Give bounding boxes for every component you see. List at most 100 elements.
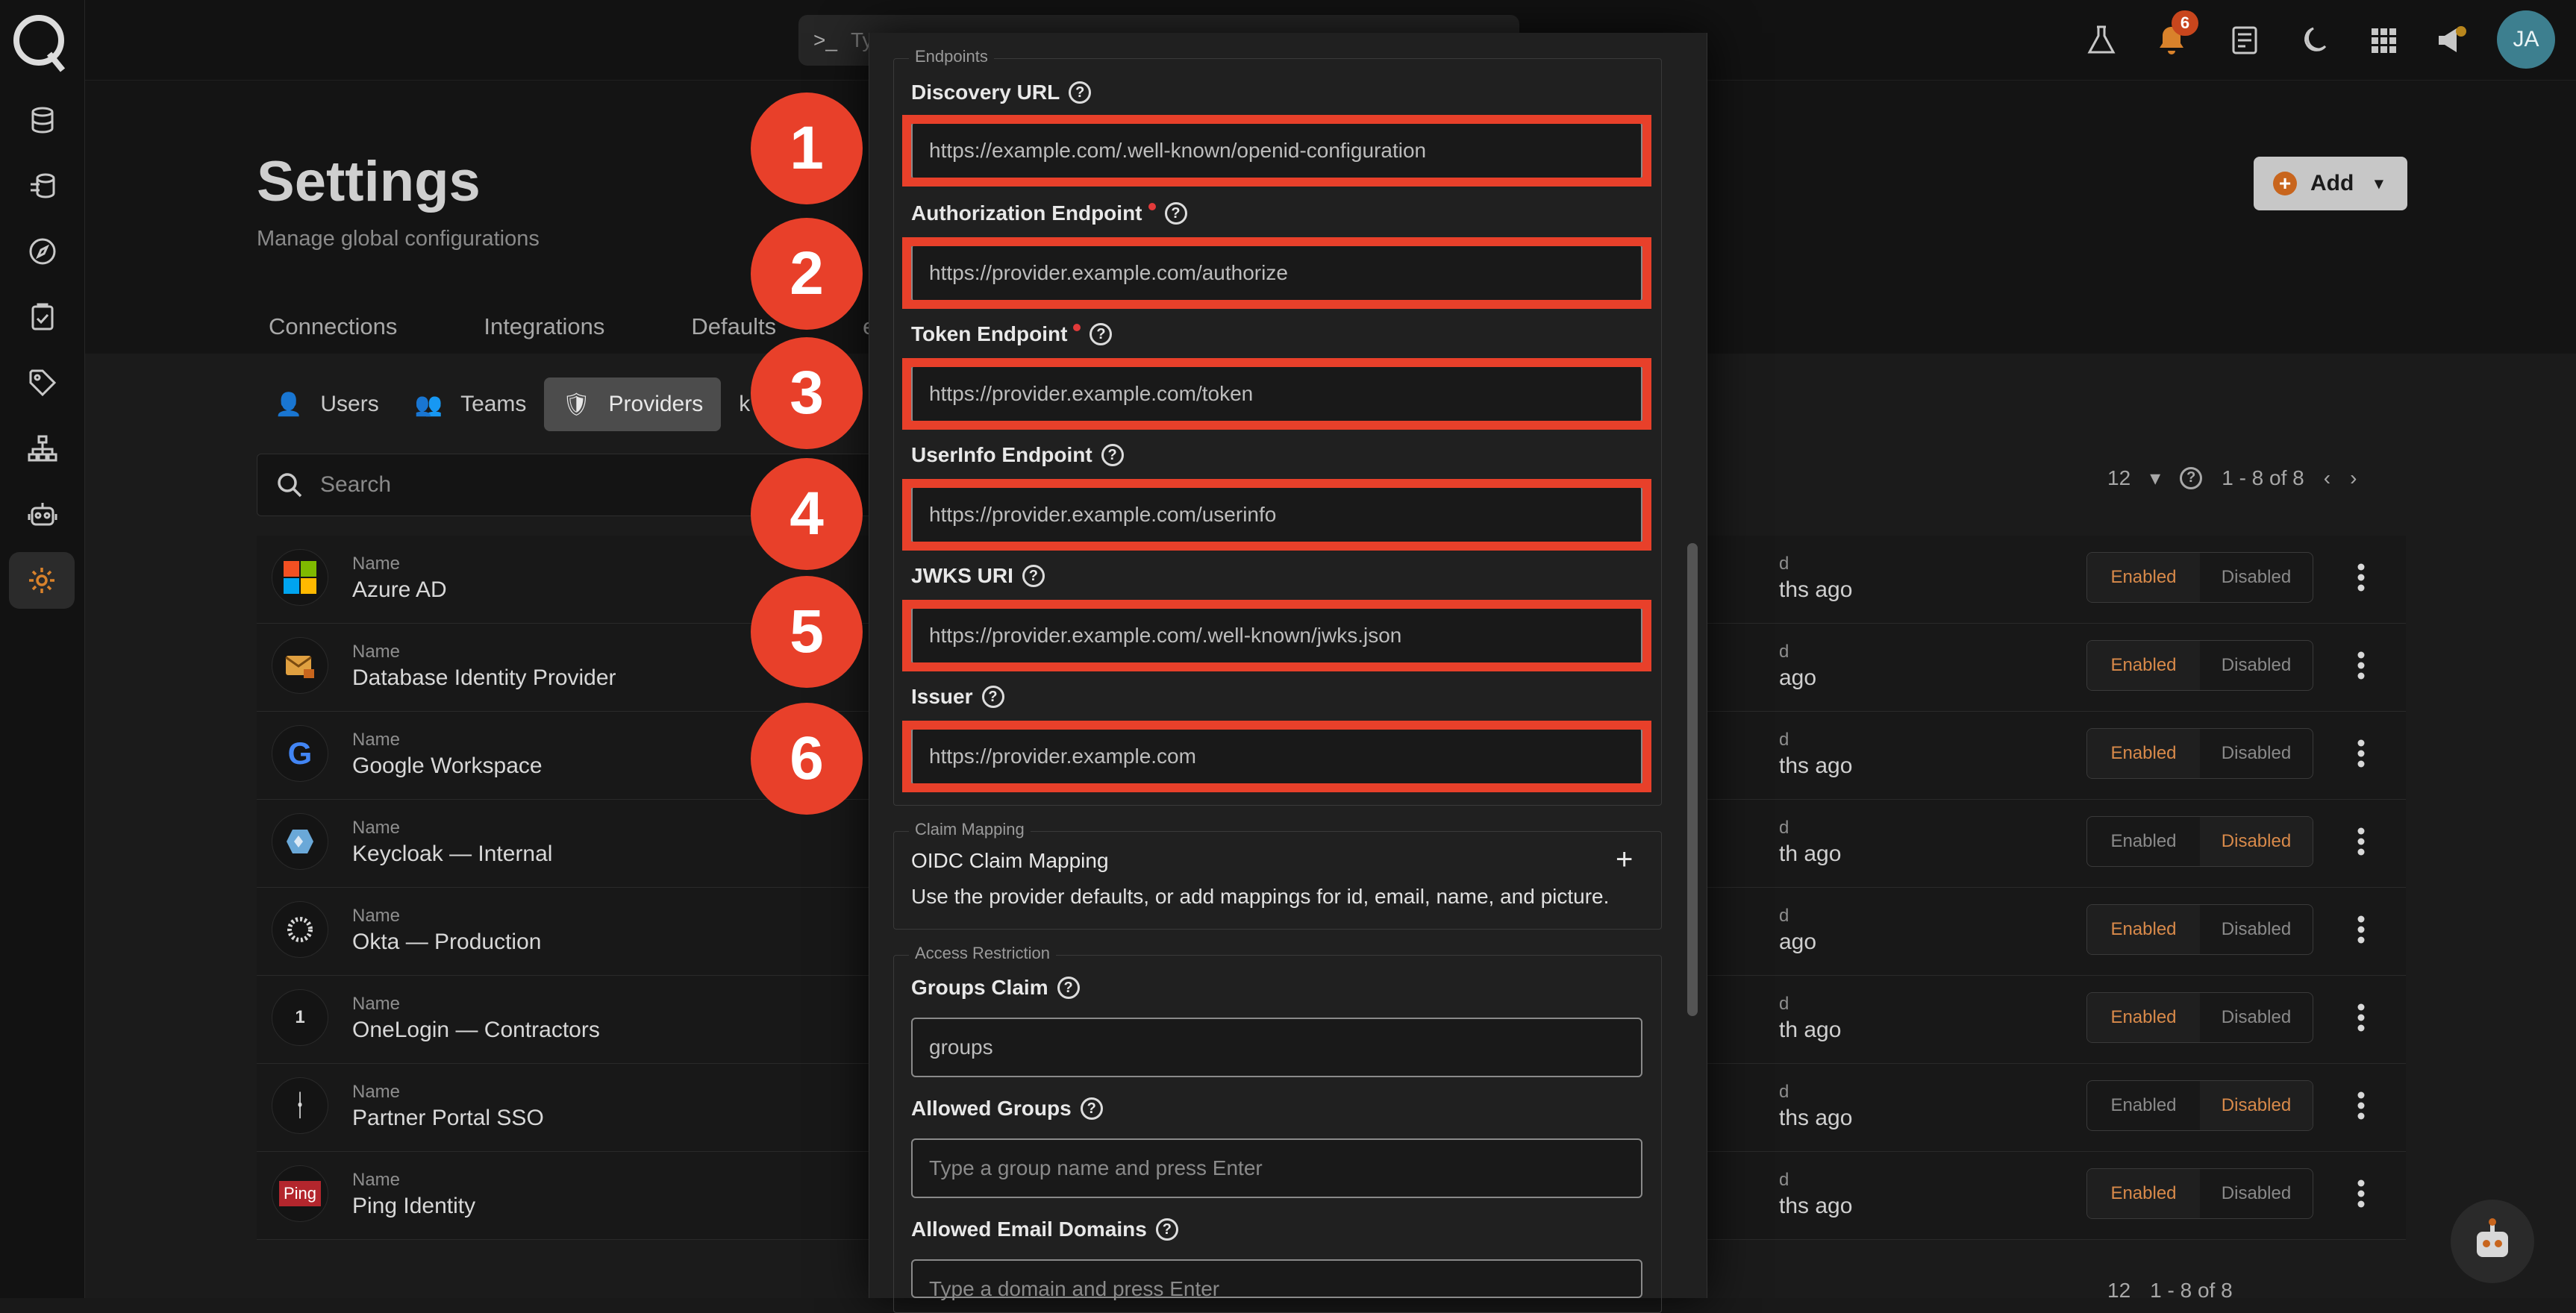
help-icon[interactable]: ? xyxy=(1081,1097,1103,1120)
disabled-option[interactable]: Disabled xyxy=(2200,817,2313,866)
updated-value: th ago xyxy=(1779,842,1841,867)
provider-name: OneLogin — Contractors xyxy=(352,1018,600,1043)
help-icon[interactable]: ? xyxy=(1101,444,1124,466)
checklist-icon[interactable] xyxy=(24,298,61,336)
settings-nav-item[interactable] xyxy=(9,552,75,609)
more-options-icon[interactable] xyxy=(2346,1177,2376,1210)
disabled-option[interactable]: Disabled xyxy=(2200,729,2313,778)
enabled-option[interactable]: Enabled xyxy=(2087,817,2200,866)
subtab-other-label: k xyxy=(739,392,750,417)
more-options-icon[interactable] xyxy=(2346,737,2376,770)
help-icon[interactable]: ? xyxy=(2180,467,2202,489)
compass-icon[interactable] xyxy=(24,233,61,270)
gear-icon xyxy=(27,565,57,595)
apps-grid-icon[interactable] xyxy=(2364,21,2403,60)
claim-mapping-legend: Claim Mapping xyxy=(909,820,1031,839)
robot-icon[interactable] xyxy=(24,495,61,533)
marker-4: 4 xyxy=(751,458,863,570)
page-size-select[interactable]: 12 xyxy=(2107,466,2130,490)
more-options-icon[interactable] xyxy=(2346,1089,2376,1122)
megaphone-icon[interactable] xyxy=(2431,21,2470,60)
discovery-url-label-text: Discovery URL xyxy=(911,81,1060,104)
more-options-icon[interactable] xyxy=(2346,913,2376,946)
disabled-option[interactable]: Disabled xyxy=(2200,1169,2313,1218)
chevron-down-icon: ▾ xyxy=(2375,174,2383,193)
help-icon[interactable]: ? xyxy=(1022,565,1045,587)
more-options-icon[interactable] xyxy=(2346,649,2376,682)
tag-icon[interactable] xyxy=(24,364,61,401)
help-icon[interactable]: ? xyxy=(1165,202,1187,225)
allowed-email-domains-label-text: Allowed Email Domains xyxy=(911,1218,1147,1241)
allowed-email-domains-input[interactable]: Type a domain and press Enter xyxy=(911,1259,1642,1298)
chevron-down-icon: ▾ xyxy=(2150,466,2160,490)
avatar[interactable]: JA xyxy=(2497,10,2555,69)
help-icon[interactable]: ? xyxy=(1090,323,1112,345)
help-icon[interactable]: ? xyxy=(982,686,1004,708)
tab-integrations[interactable]: Integrations xyxy=(470,306,618,348)
updated-label: d xyxy=(1779,1170,1789,1191)
updated-value: ths ago xyxy=(1779,1106,1852,1131)
disabled-option[interactable]: Disabled xyxy=(2200,553,2313,602)
access-restriction-legend: Access Restriction xyxy=(909,944,1056,963)
claim-mapping-title: OIDC Claim Mapping xyxy=(911,849,1109,873)
next-page-icon[interactable]: › xyxy=(2350,466,2357,490)
help-icon[interactable]: ? xyxy=(1156,1218,1178,1241)
document-icon[interactable] xyxy=(2225,21,2264,60)
tab-connections[interactable]: Connections xyxy=(255,306,410,348)
enabled-option[interactable]: Enabled xyxy=(2087,993,2200,1042)
provider-logo: Ping xyxy=(272,1165,328,1222)
name-label: Name xyxy=(352,818,400,839)
flask-icon[interactable] xyxy=(2082,21,2121,60)
provider-name: Ping Identity xyxy=(352,1194,475,1219)
subtab-users[interactable]: 👤Users xyxy=(257,377,397,431)
enabled-option[interactable]: Enabled xyxy=(2087,729,2200,778)
disabled-option[interactable]: Disabled xyxy=(2200,993,2313,1042)
notification-badge: 6 xyxy=(2172,10,2198,36)
userinfo-endpoint-label: UserInfo Endpoint? xyxy=(911,443,1124,467)
name-label: Name xyxy=(352,1082,400,1103)
add-button[interactable]: +Add▾ xyxy=(2254,157,2407,210)
jwks-uri-label-text: JWKS URI xyxy=(911,564,1013,588)
discovery-url-label: Discovery URL? xyxy=(911,81,1091,104)
marker-6: 6 xyxy=(751,703,863,815)
groups-claim-input[interactable]: groups xyxy=(911,1018,1642,1077)
disabled-option[interactable]: Disabled xyxy=(2200,641,2313,690)
subtab-providers[interactable]: 🛡Providers xyxy=(544,377,721,431)
page-size-select[interactable]: 12 xyxy=(2107,1279,2130,1303)
database-icon[interactable] xyxy=(24,101,61,139)
name-label: Name xyxy=(352,642,400,662)
provider-name: Azure AD xyxy=(352,577,447,603)
enabled-option[interactable]: Enabled xyxy=(2087,1169,2200,1218)
help-icon[interactable]: ? xyxy=(1069,81,1091,104)
token-endpoint-label-text: Token Endpoint xyxy=(911,322,1067,346)
enabled-option[interactable]: Enabled xyxy=(2087,553,2200,602)
enabled-option[interactable]: Enabled xyxy=(2087,641,2200,690)
disabled-option[interactable]: Disabled xyxy=(2200,905,2313,954)
disabled-option[interactable]: Disabled xyxy=(2200,1081,2313,1130)
subtab-teams[interactable]: 👥Teams xyxy=(397,377,545,431)
provider-name: Google Workspace xyxy=(352,753,543,779)
highlight-box-6 xyxy=(902,721,1651,792)
theme-moon-icon[interactable] xyxy=(2294,21,2333,60)
userinfo-endpoint-label-text: UserInfo Endpoint xyxy=(911,443,1092,467)
pipeline-icon[interactable] xyxy=(24,167,61,204)
status-toggle: EnabledDisabled xyxy=(2086,1080,2313,1131)
enabled-option[interactable]: Enabled xyxy=(2087,1081,2200,1130)
highlight-box-5 xyxy=(902,600,1651,671)
robot-icon xyxy=(2466,1215,2519,1267)
assistant-bot-button[interactable] xyxy=(2451,1200,2534,1283)
updated-value: ago xyxy=(1779,930,1816,955)
enabled-option[interactable]: Enabled xyxy=(2087,905,2200,954)
more-options-icon[interactable] xyxy=(2346,825,2376,858)
help-icon[interactable]: ? xyxy=(1057,977,1080,999)
provider-name: Okta — Production xyxy=(352,930,541,955)
allowed-groups-input[interactable]: Type a group name and press Enter xyxy=(911,1138,1642,1198)
hierarchy-icon[interactable] xyxy=(24,430,61,467)
modal-scrollbar[interactable] xyxy=(1687,543,1698,1016)
more-options-icon[interactable] xyxy=(2346,1001,2376,1034)
updated-label: d xyxy=(1779,730,1789,750)
app-logo[interactable] xyxy=(10,10,70,73)
add-mapping-plus-icon[interactable]: + xyxy=(1616,843,1633,877)
more-options-icon[interactable] xyxy=(2346,561,2376,594)
prev-page-icon[interactable]: ‹ xyxy=(2324,466,2330,490)
